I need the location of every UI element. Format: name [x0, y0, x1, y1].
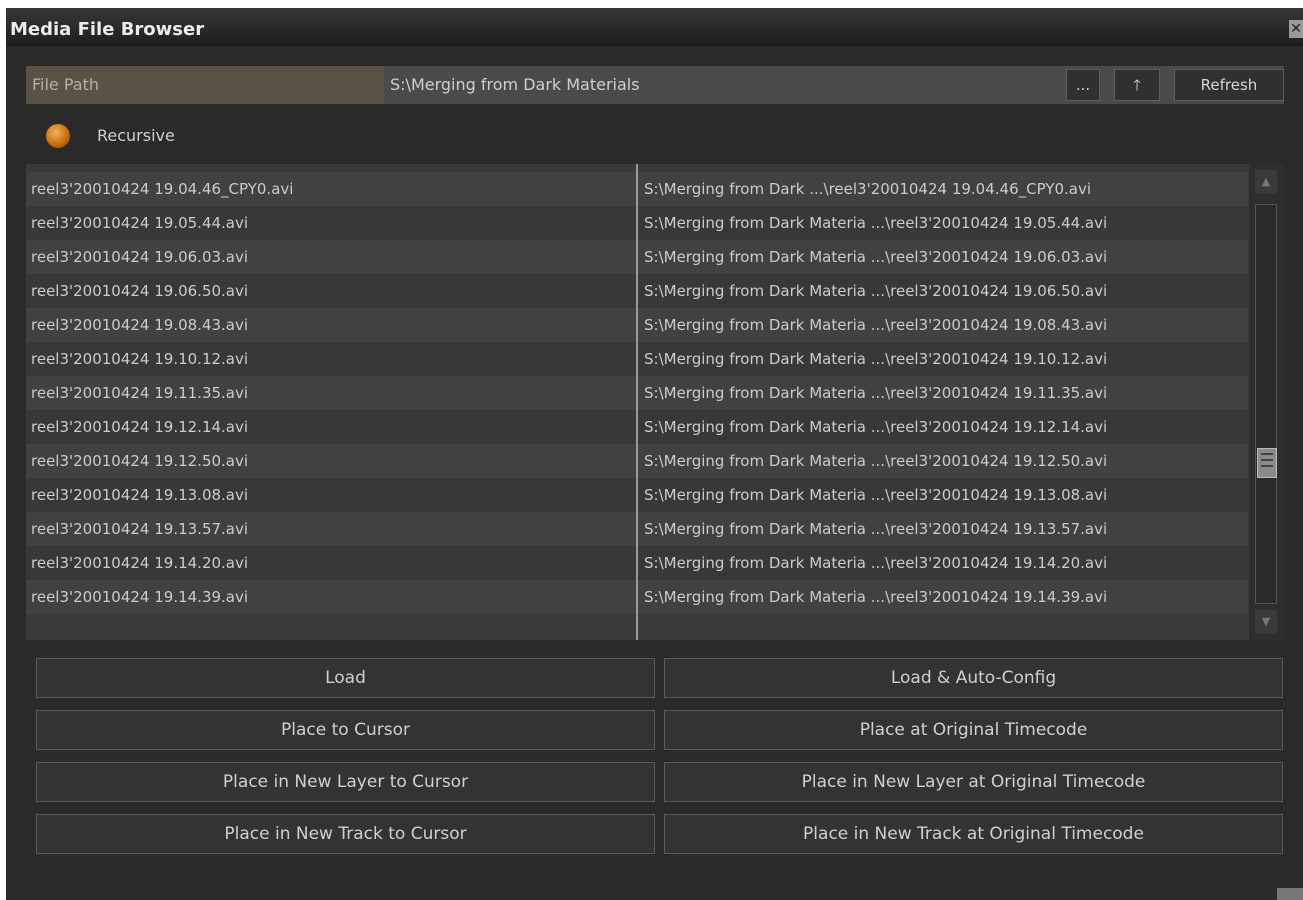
file-path-cell: S:\Merging from Dark Materia ...\reel3'2…	[644, 248, 1108, 266]
resize-grip[interactable]	[1277, 888, 1303, 900]
browse-button[interactable]: ...	[1066, 69, 1100, 101]
file-name-cell: reel3'20010424 19.12.14.avi	[31, 418, 249, 436]
place-new-track-cursor-button[interactable]: Place in New Track to Cursor	[36, 814, 655, 854]
file-path-cell: S:\Merging from Dark Materia ...\reel3'2…	[644, 350, 1108, 368]
file-path-bar: File Path S:\Merging from Dark Materials…	[26, 66, 1284, 104]
file-path-cell: S:\Merging from Dark Materia ...\reel3'2…	[644, 384, 1108, 402]
file-path-cell: S:\Merging from Dark Materia ...\reel3'2…	[644, 554, 1108, 572]
load-button[interactable]: Load	[36, 658, 655, 698]
place-new-layer-timecode-button[interactable]: Place in New Layer at Original Timecode	[664, 762, 1283, 802]
file-path-field[interactable]: S:\Merging from Dark Materials	[384, 66, 1064, 104]
file-path-cell: S:\Merging from Dark Materia ...\reel3'2…	[644, 520, 1108, 538]
up-folder-button[interactable]: 🡑	[1114, 69, 1160, 101]
file-name-cell: reel3'20010424 19.10.12.avi	[31, 350, 249, 368]
file-name-cell: reel3'20010424 19.12.50.avi	[31, 452, 249, 470]
refresh-button[interactable]: Refresh	[1174, 69, 1284, 101]
file-name-cell: reel3'20010424 19.08.43.avi	[31, 316, 249, 334]
file-name-cell: reel3'20010424 19.14.39.avi	[31, 588, 249, 606]
recursive-label: Recursive	[97, 126, 175, 145]
place-to-cursor-button[interactable]: Place to Cursor	[36, 710, 655, 750]
file-path-cell: S:\Merging from Dark Materia ...\reel3'2…	[644, 452, 1108, 470]
file-path-cell: S:\Merging from Dark Materia ...\reel3'2…	[644, 418, 1108, 436]
title-bar[interactable]: Media File Browser ✕	[6, 8, 1303, 46]
scroll-thumb[interactable]	[1257, 448, 1277, 478]
file-name-cell: reel3'20010424 19.11.35.avi	[31, 384, 249, 402]
recursive-toggle[interactable]	[46, 124, 70, 148]
file-path-cell: S:\Merging from Dark Materia ...\reel3'2…	[644, 282, 1108, 300]
file-path-cell: S:\Merging from Dark Materia ...\reel3'2…	[644, 316, 1108, 334]
file-name-cell: reel3'20010424 19.06.03.avi	[31, 248, 249, 266]
file-path-cell: S:\Merging from Dark Materia ...\reel3'2…	[644, 486, 1108, 504]
scroll-up-button[interactable]: ▲	[1255, 170, 1277, 194]
file-name-cell: reel3'20010424 19.04.46_CPY0.avi	[31, 180, 294, 198]
load-auto-config-button[interactable]: Load & Auto-Config	[664, 658, 1283, 698]
file-name-cell: reel3'20010424 19.13.08.avi	[31, 486, 249, 504]
file-name-cell: reel3'20010424 19.05.44.avi	[31, 214, 249, 232]
file-path-cell: S:\Merging from Dark Materia ...\reel3'2…	[644, 588, 1108, 606]
file-name-cell: reel3'20010424 19.13.57.avi	[31, 520, 249, 538]
file-name-cell: reel3'20010424 19.14.20.avi	[31, 554, 249, 572]
scroll-track[interactable]	[1255, 204, 1277, 604]
close-icon[interactable]: ✕	[1289, 20, 1303, 38]
file-path-label: File Path	[26, 66, 384, 104]
file-path-cell: S:\Merging from Dark ...\reel3'20010424 …	[644, 180, 1092, 198]
file-path-cell: S:\Merging from Dark Materia ...\reel3'2…	[644, 214, 1108, 232]
column-divider[interactable]	[636, 164, 638, 640]
file-name-cell: reel3'20010424 19.06.50.avi	[31, 282, 249, 300]
file-list: reel3'20010424 19.14.39.avi S:\Merging fr…	[26, 164, 1284, 640]
scroll-down-button[interactable]: ▼	[1255, 610, 1277, 634]
window-title: Media File Browser	[10, 19, 205, 40]
place-at-original-timecode-button[interactable]: Place at Original Timecode	[664, 710, 1283, 750]
place-new-layer-cursor-button[interactable]: Place in New Layer to Cursor	[36, 762, 655, 802]
vertical-scrollbar[interactable]: ▲ ▼	[1249, 164, 1284, 640]
place-new-track-timecode-button[interactable]: Place in New Track at Original Timecode	[664, 814, 1283, 854]
arrow-up-icon: 🡑	[1133, 76, 1141, 94]
